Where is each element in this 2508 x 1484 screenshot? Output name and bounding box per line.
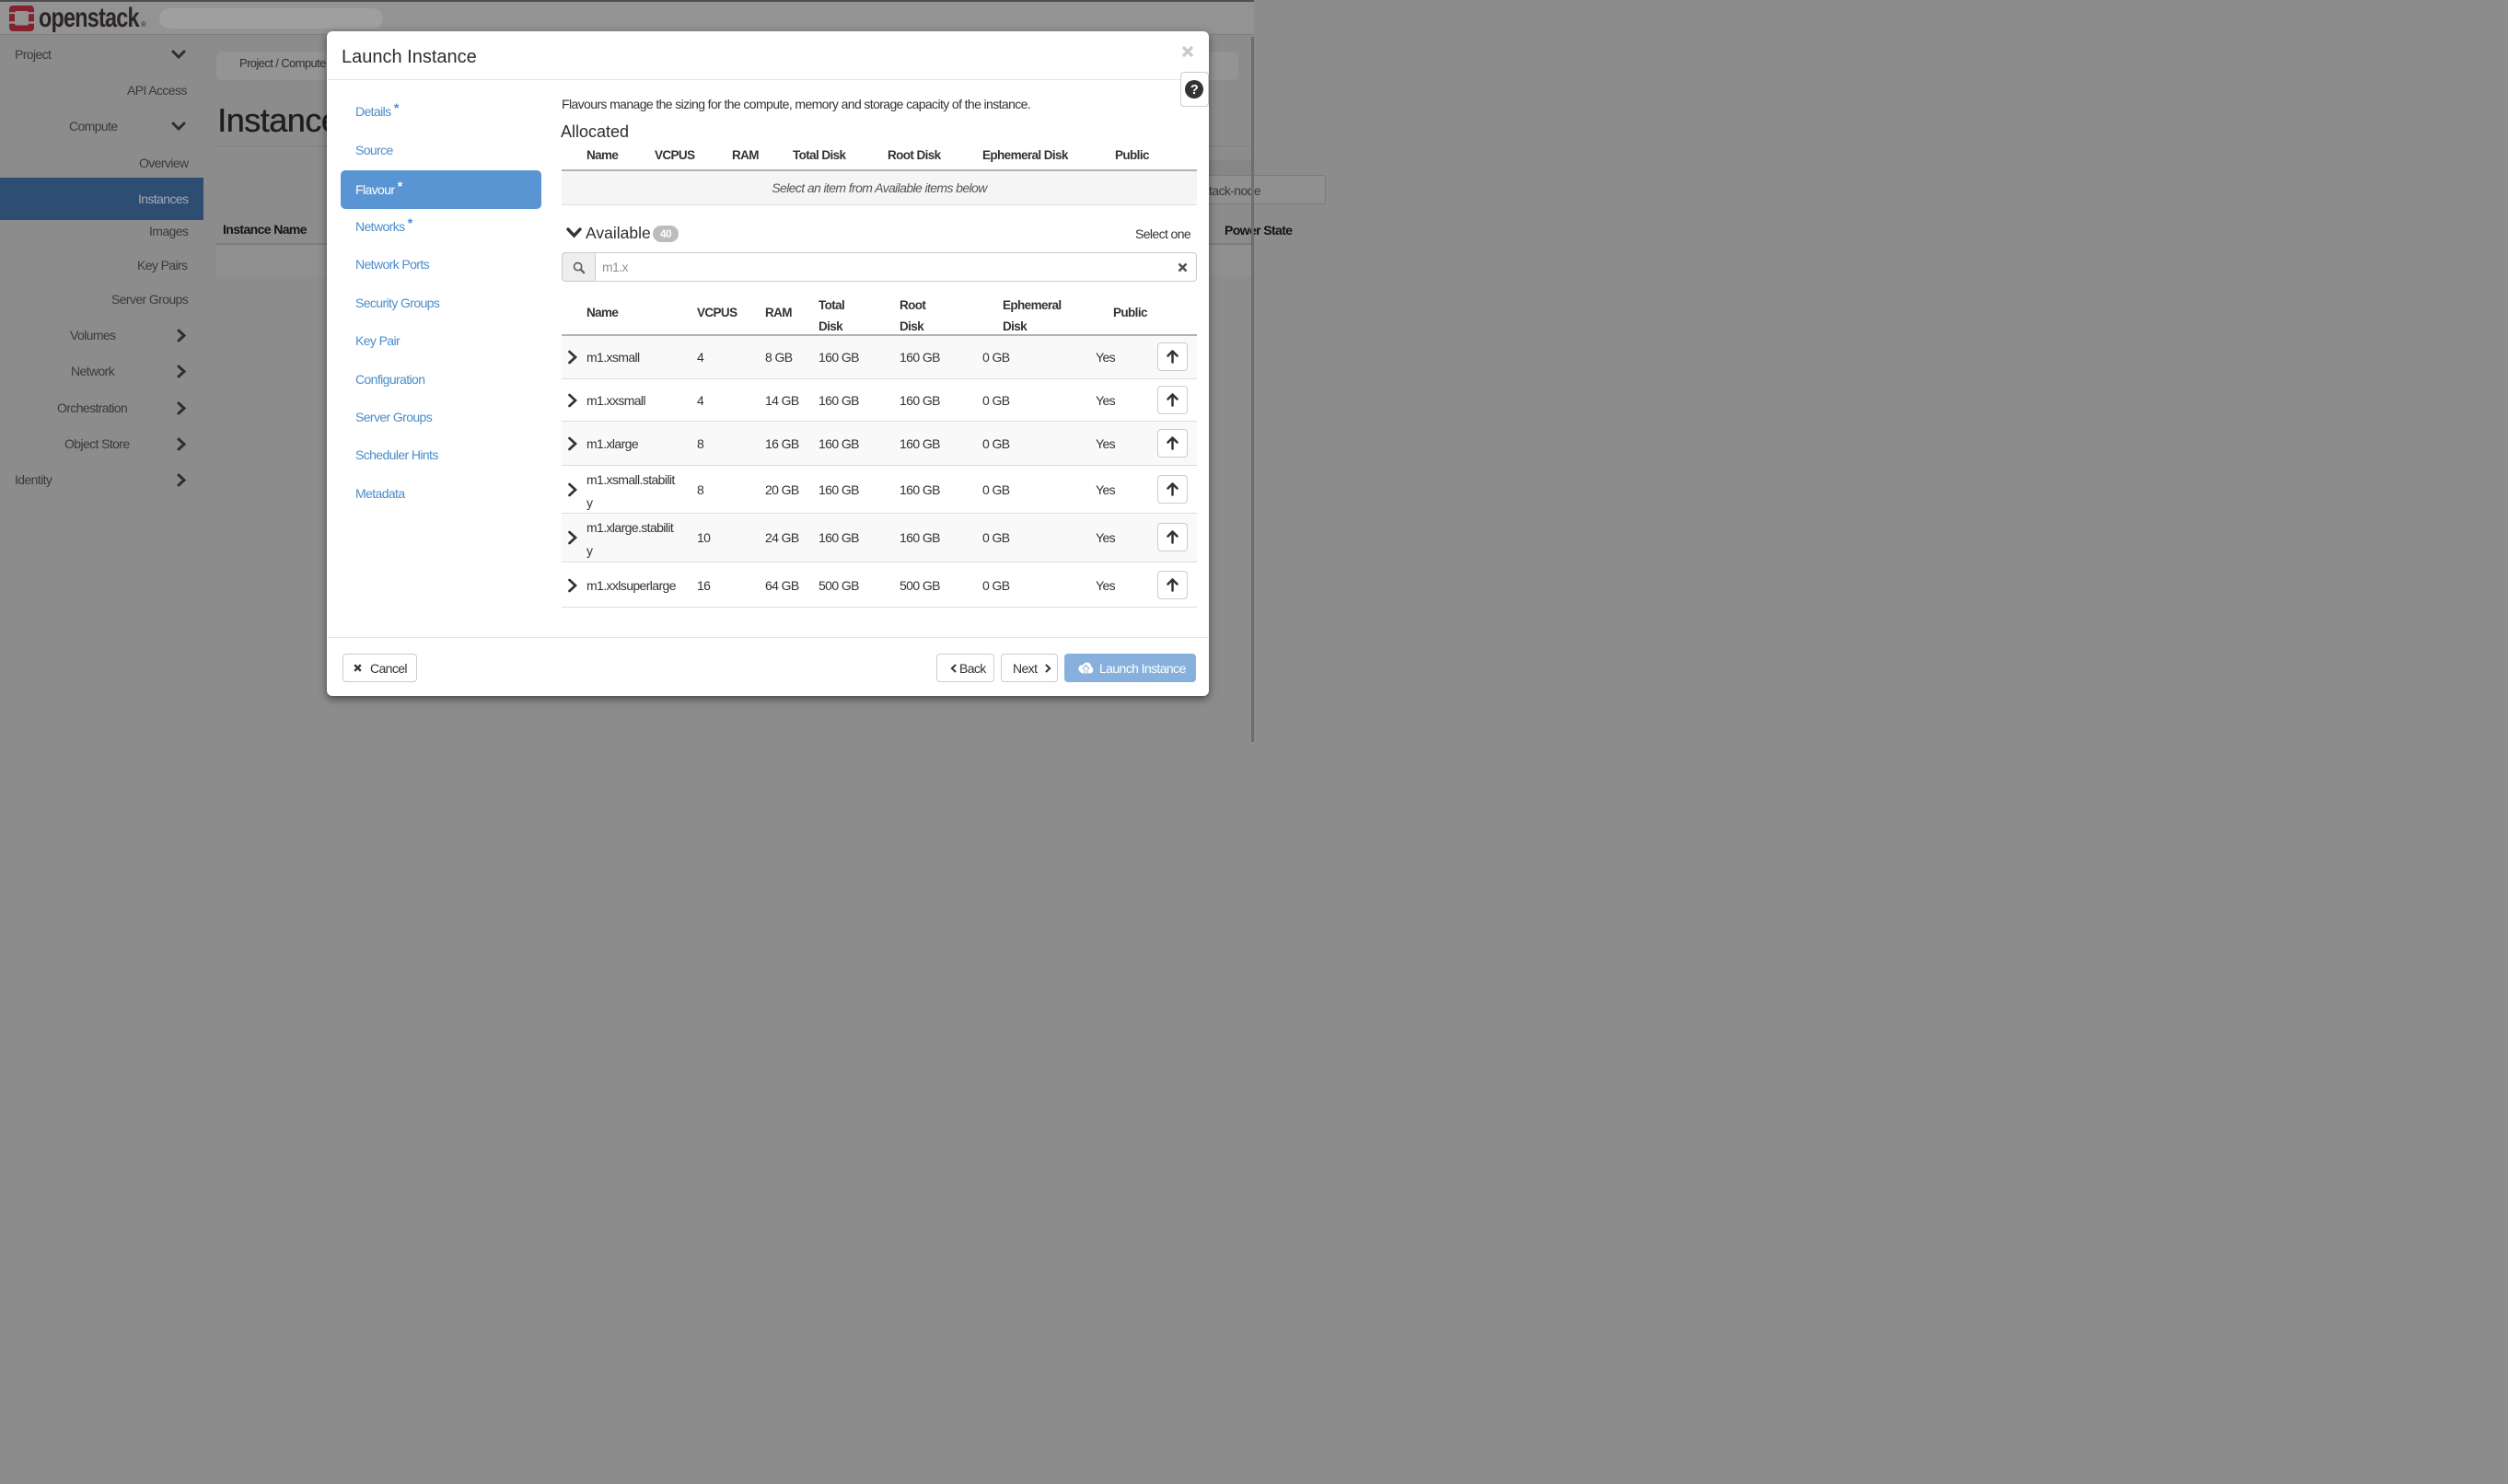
svg-text:?: ? (1190, 83, 1199, 98)
